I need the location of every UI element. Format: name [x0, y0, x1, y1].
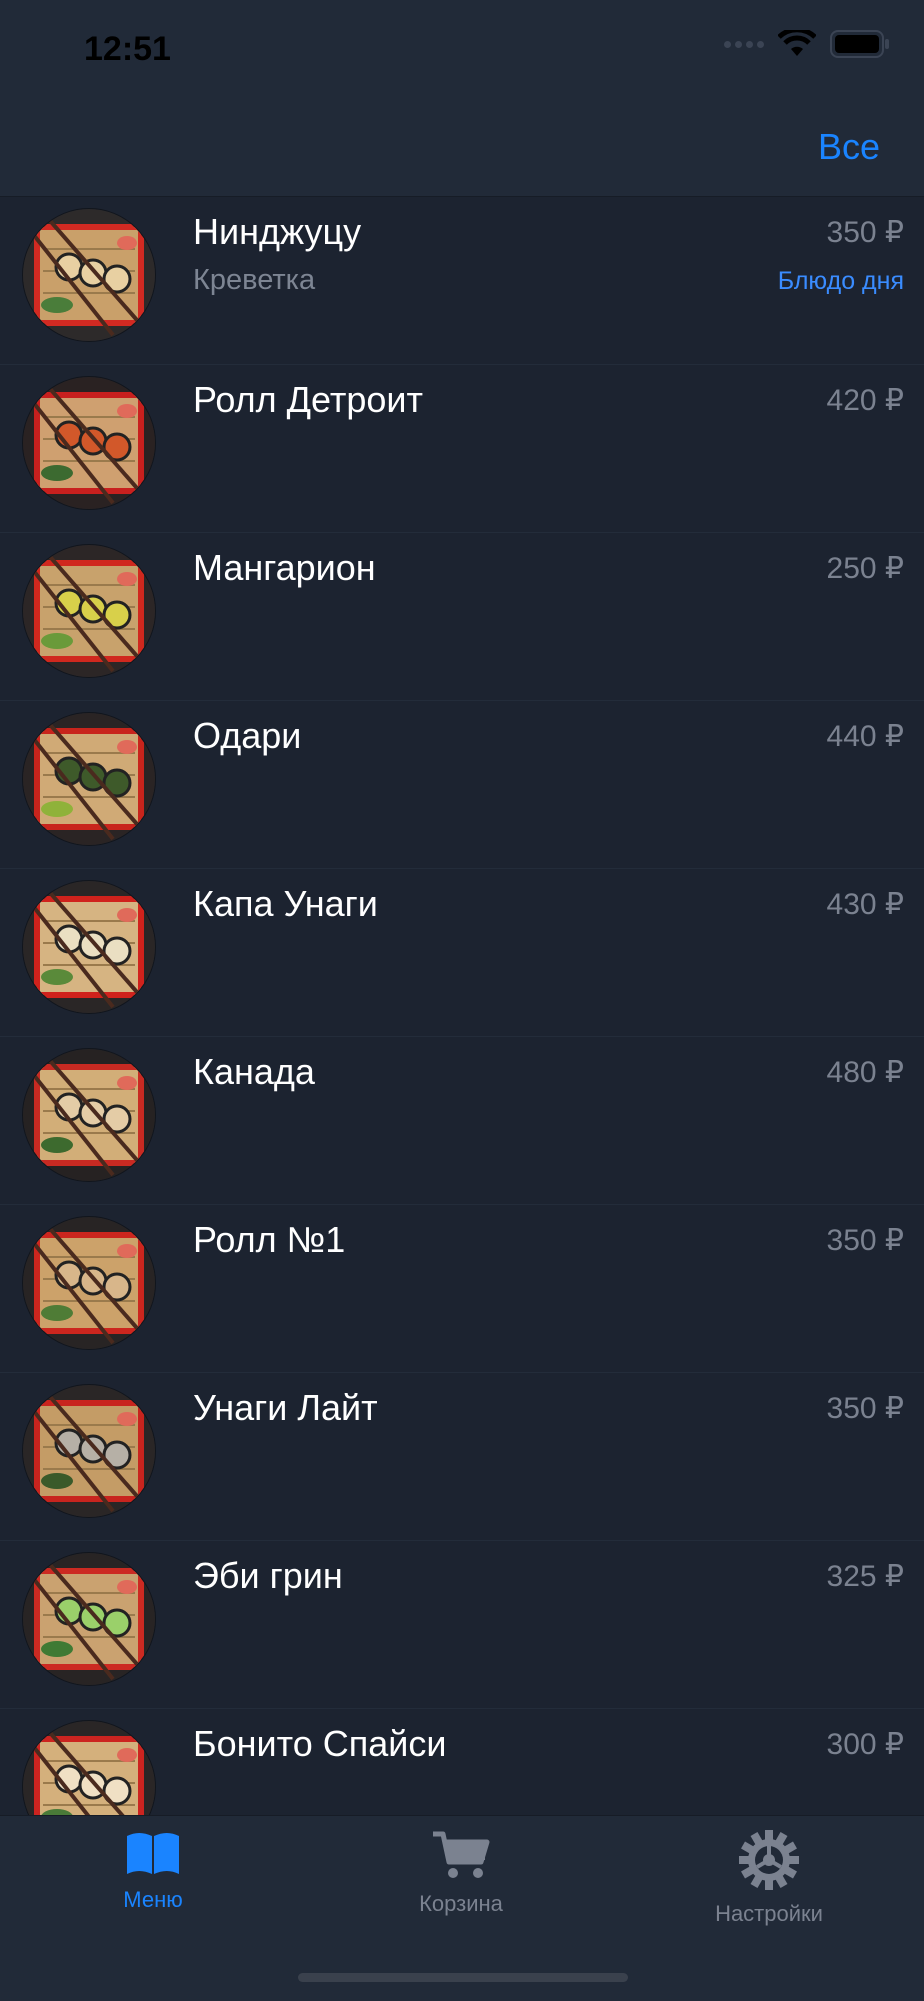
tab-gear[interactable]: Настройки [669, 1830, 869, 1927]
status-bar: 12:51 [0, 0, 924, 100]
book-icon [53, 1830, 253, 1881]
dish-price: 300 ₽ [826, 1728, 904, 1761]
dish-photo [22, 208, 156, 342]
tab-label: Меню [123, 1887, 183, 1912]
wifi-icon [778, 30, 816, 56]
dish-price: 480 ₽ [826, 1056, 904, 1089]
dish-name: Унаги Лайт [193, 1387, 378, 1428]
menu-item[interactable]: Одари 440 ₽ [0, 701, 924, 869]
cart-icon [361, 1830, 561, 1885]
dish-photo [22, 544, 156, 678]
dish-name: Одари [193, 715, 302, 756]
menu-item[interactable]: Капа Унаги 430 ₽ [0, 869, 924, 1037]
dish-photo [22, 1552, 156, 1686]
cellular-signal-icon [724, 40, 764, 48]
dish-price: 350 ₽ [826, 1224, 904, 1257]
menu-item[interactable]: Бонито Спайси 300 ₽ [0, 1709, 924, 1815]
menu-item[interactable]: Унаги Лайт 350 ₽ [0, 1373, 924, 1541]
dish-price: 325 ₽ [826, 1560, 904, 1593]
dish-photo [22, 1384, 156, 1518]
dish-name: Капа Унаги [193, 883, 378, 924]
menu-list[interactable]: Нинджуцу Креветка 350 ₽ Блюдо дня Ролл Детр… [0, 197, 924, 1815]
menu-item[interactable]: Ролл №1 350 ₽ [0, 1205, 924, 1373]
dish-price: 350 ₽ [826, 1392, 904, 1425]
menu-item[interactable]: Мангарион 250 ₽ [0, 533, 924, 701]
dish-description: Креветка [193, 264, 316, 296]
dish-price: 250 ₽ [826, 552, 904, 585]
dish-photo [22, 1048, 156, 1182]
dish-name: Мангарион [193, 547, 376, 588]
tab-label: Корзина [419, 1891, 503, 1916]
dish-name: Ролл Детроит [193, 379, 424, 420]
dish-of-day-badge: Блюдо дня [777, 267, 904, 295]
menu-item[interactable]: Нинджуцу Креветка 350 ₽ Блюдо дня [0, 197, 924, 365]
dish-name: Ролл №1 [193, 1219, 346, 1260]
menu-item[interactable]: Эби грин 325 ₽ [0, 1541, 924, 1709]
dish-price: 440 ₽ [826, 720, 904, 753]
dish-photo [22, 712, 156, 846]
dish-photo [22, 880, 156, 1014]
tab-cart[interactable]: Корзина [361, 1830, 561, 1917]
dish-photo [22, 376, 156, 510]
tab-label: Настройки [715, 1901, 823, 1926]
home-indicator [298, 1973, 628, 1982]
dish-price: 420 ₽ [826, 384, 904, 417]
dish-price: 430 ₽ [826, 888, 904, 921]
dish-name: Канада [193, 1051, 315, 1092]
dish-photo [22, 1216, 156, 1350]
status-time: 12:51 [84, 30, 171, 68]
dish-name: Эби грин [193, 1555, 343, 1596]
tab-book[interactable]: Меню [53, 1830, 253, 1913]
battery-icon [830, 30, 889, 58]
status-icons [724, 30, 890, 58]
dish-name: Бонито Спайси [193, 1723, 447, 1764]
menu-item[interactable]: Канада 480 ₽ [0, 1037, 924, 1205]
navigation-bar: Все [0, 100, 924, 197]
dish-name: Нинджуцу [193, 211, 362, 252]
menu-item[interactable]: Ролл Детроит 420 ₽ [0, 365, 924, 533]
dish-price: 350 ₽ [826, 216, 904, 249]
gear-icon [669, 1830, 869, 1895]
dish-photo [22, 1720, 156, 1815]
all-button[interactable]: Все [818, 126, 880, 168]
